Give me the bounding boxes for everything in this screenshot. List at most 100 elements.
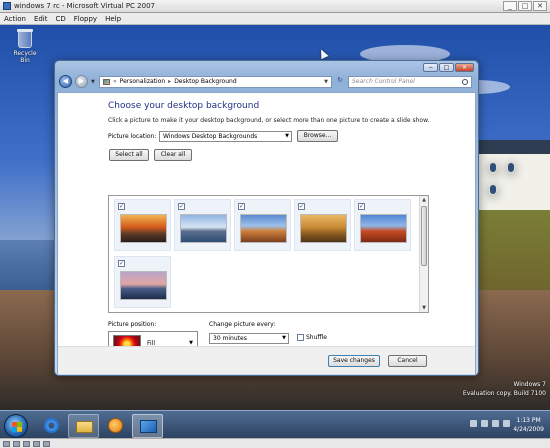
volume-icon[interactable] xyxy=(503,420,510,427)
shuffle-option[interactable]: Shuffle xyxy=(297,334,327,341)
watermark-line2: Evaluation copy. Build 7100 xyxy=(462,390,546,397)
folder-icon xyxy=(76,421,93,433)
house-roof xyxy=(472,140,550,154)
picture-location-label: Picture location: xyxy=(108,133,157,140)
picture-tile[interactable]: ✓ xyxy=(114,256,171,308)
recycle-bin-icon xyxy=(17,29,33,48)
red-rock-thumbnail xyxy=(240,214,287,243)
browse-button[interactable]: Browse... xyxy=(297,130,338,142)
picture-location-value: Windows Desktop Backgrounds xyxy=(163,133,258,140)
host-maximize-button[interactable]: □ xyxy=(518,1,532,11)
minimize-button[interactable]: − xyxy=(423,63,438,72)
change-interval-value: 30 minutes xyxy=(213,335,247,342)
hay-bale-thumbnail xyxy=(300,214,347,243)
search-icon[interactable] xyxy=(462,78,468,85)
clock[interactable]: 1:13 PM 4/24/2009 xyxy=(513,416,544,434)
scroll-up-icon[interactable]: ▲ xyxy=(420,196,428,204)
recent-pages-dropdown-icon[interactable]: ▼ xyxy=(91,79,96,85)
breadcrumb-desktop-background[interactable]: Desktop Background xyxy=(174,78,236,85)
taskbar-windows-explorer[interactable] xyxy=(68,414,99,438)
host-title-bar: windows 7 rc - Microsoft Virtual PC 2007… xyxy=(0,0,550,13)
cancel-button[interactable]: Cancel xyxy=(388,355,427,367)
watermark-line1: Windows 7 xyxy=(513,381,546,388)
search-box[interactable]: Search Control Panel xyxy=(348,75,472,88)
network-adapter-icon xyxy=(33,440,40,447)
media-player-icon xyxy=(108,418,123,433)
start-button[interactable] xyxy=(4,414,28,438)
picture-tile[interactable]: ✓ xyxy=(114,199,171,251)
picture-gallery: ✓ ✓ ✓ ✓ ✓ ✓ ▲ ▼ xyxy=(108,195,429,313)
action-center-icon[interactable] xyxy=(481,420,488,427)
menu-help[interactable]: Help xyxy=(105,15,121,23)
windows-logo-icon xyxy=(12,422,22,432)
notification-area xyxy=(470,420,510,427)
host-minimize-button[interactable]: _ xyxy=(503,1,517,11)
host-menu-bar: Action Edit CD Floppy Help xyxy=(0,13,550,25)
select-all-button[interactable]: Select all xyxy=(109,149,149,161)
forward-button[interactable]: ▶ xyxy=(75,75,88,88)
gallery-scrollbar[interactable]: ▲ ▼ xyxy=(419,196,428,312)
picture-checkbox[interactable]: ✓ xyxy=(118,260,125,267)
cd-drive-icon xyxy=(13,440,20,447)
dusk-lake-thumbnail xyxy=(120,271,167,300)
recycle-bin[interactable]: Recycle Bin xyxy=(8,29,42,64)
control-panel-icon xyxy=(103,78,110,85)
picture-tile[interactable]: ✓ xyxy=(354,199,411,251)
picture-tile[interactable]: ✓ xyxy=(174,199,231,251)
host-close-button[interactable]: ✕ xyxy=(533,1,547,11)
shuffle-checkbox[interactable] xyxy=(297,334,304,341)
button-footer: Save changes Cancel xyxy=(58,346,475,374)
chevron-down-icon: ▼ xyxy=(285,133,289,139)
picture-tile[interactable]: ✓ xyxy=(234,199,291,251)
breadcrumb-chevron-icon[interactable]: ▸ xyxy=(168,78,171,85)
recycle-bin-label: Recycle Bin xyxy=(13,50,37,64)
picture-checkbox[interactable]: ✓ xyxy=(118,203,125,210)
control-panel-icon xyxy=(140,420,157,433)
menu-cd[interactable]: CD xyxy=(56,15,66,23)
breadcrumb-personalization[interactable]: Personalization xyxy=(120,78,166,85)
hard-disk-icon xyxy=(3,440,10,447)
menu-edit[interactable]: Edit xyxy=(34,15,48,23)
search-placeholder: Search Control Panel xyxy=(352,78,415,85)
chevron-down-icon: ▼ xyxy=(282,335,286,341)
page-description: Click a picture to make it your desktop … xyxy=(108,117,430,124)
virtual-pc-icon xyxy=(3,2,11,10)
breadcrumb-separator-icon[interactable]: « xyxy=(113,78,117,85)
change-picture-label: Change picture every: xyxy=(209,321,276,328)
house xyxy=(472,140,550,210)
shared-folders-icon xyxy=(43,440,50,447)
menu-floppy[interactable]: Floppy xyxy=(74,15,97,23)
house-window xyxy=(507,162,515,173)
picture-checkbox[interactable]: ✓ xyxy=(358,203,365,210)
picture-checkbox[interactable]: ✓ xyxy=(178,203,185,210)
host-title: windows 7 rc - Microsoft Virtual PC 2007 xyxy=(14,2,155,10)
scroll-down-icon[interactable]: ▼ xyxy=(420,304,428,312)
taskbar-media-player[interactable] xyxy=(100,414,131,438)
change-interval-select[interactable]: 30 minutes ▼ xyxy=(209,333,289,344)
show-hidden-icons-icon[interactable] xyxy=(470,420,477,427)
sunset-dock-thumbnail xyxy=(120,214,167,243)
refresh-icon[interactable]: ↻ xyxy=(335,76,345,88)
taskbar-internet-explorer[interactable] xyxy=(36,414,67,438)
network-icon[interactable] xyxy=(492,420,499,427)
clear-all-button[interactable]: Clear all xyxy=(154,149,192,161)
shuffle-label: Shuffle xyxy=(306,334,327,341)
internet-explorer-icon xyxy=(44,418,59,433)
picture-checkbox[interactable]: ✓ xyxy=(238,203,245,210)
address-dropdown-icon[interactable]: ▼ xyxy=(324,79,328,85)
clock-date: 4/24/2009 xyxy=(513,426,544,433)
taskbar-control-panel[interactable] xyxy=(132,414,163,438)
host-window-controls: _ □ ✕ xyxy=(503,1,547,11)
address-bar[interactable]: « Personalization ▸ Desktop Background ▼ xyxy=(99,75,332,88)
close-button[interactable]: ✕ xyxy=(455,63,474,72)
save-changes-button[interactable]: Save changes xyxy=(328,355,380,367)
maximize-button[interactable]: □ xyxy=(439,63,454,72)
picture-checkbox[interactable]: ✓ xyxy=(298,203,305,210)
picture-location-select[interactable]: Windows Desktop Backgrounds ▼ xyxy=(159,131,292,142)
picture-tile[interactable]: ✓ xyxy=(294,199,351,251)
host-status-bar xyxy=(0,438,550,448)
mouse-cursor-icon xyxy=(317,47,329,60)
menu-action[interactable]: Action xyxy=(4,15,26,23)
scrollbar-thumb[interactable] xyxy=(421,206,427,266)
back-button[interactable]: ◀ xyxy=(59,75,72,88)
